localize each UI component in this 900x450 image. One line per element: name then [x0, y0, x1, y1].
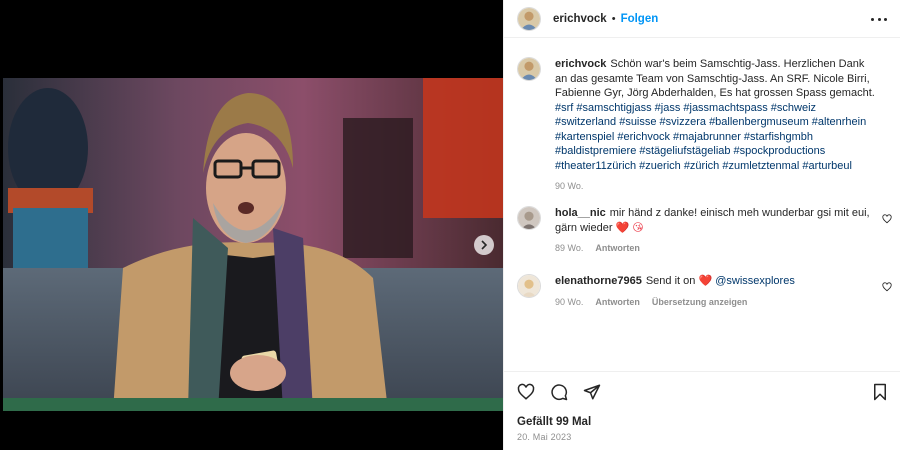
comment-time[interactable]: 90 Wo.: [555, 295, 583, 310]
comment-text: Send it on: [645, 275, 696, 287]
post-username[interactable]: erichvock: [553, 13, 607, 25]
caption-entry: erichvock Schön war's beim Samschtig-Jass…: [517, 57, 875, 194]
reply-button[interactable]: Antworten: [595, 241, 640, 256]
comment-like-icon[interactable]: [882, 282, 892, 292]
avatar[interactable]: [517, 206, 541, 230]
carousel-next-button[interactable]: [474, 235, 494, 255]
like-count[interactable]: Gefällt 99 Mal: [517, 416, 591, 428]
comment-body: elenathorne7965 Send it on ❤️ @swissexplo…: [555, 274, 875, 309]
bookmark-icon: [874, 383, 886, 401]
caption-body: erichvock Schön war's beim Samschtig-Jass…: [555, 57, 875, 194]
comment-username[interactable]: hola__nic: [555, 207, 606, 219]
avatar-image-icon: [518, 7, 540, 30]
comment-like-icon[interactable]: [882, 214, 892, 224]
post-media: [0, 0, 503, 450]
caption-username[interactable]: erichvock: [555, 58, 606, 70]
caption-hashtags[interactable]: #srf #samschtigjass #jass #jassmachtspas…: [555, 102, 866, 172]
post-photo[interactable]: [3, 78, 503, 411]
more-icon[interactable]: [871, 13, 887, 25]
post-date[interactable]: 20. Mai 2023: [517, 432, 571, 442]
post-header: erichvock • Folgen: [504, 0, 900, 38]
comment-item: elenathorne7965 Send it on ❤️ @swissexplo…: [517, 274, 875, 309]
avatar-image-icon: [518, 58, 540, 80]
avatar-image-icon: [518, 275, 540, 297]
share-button[interactable]: [583, 383, 601, 401]
comment-button[interactable]: [550, 383, 568, 401]
comment-icon: [551, 384, 568, 401]
post-sidebar: erichvock • Folgen erichvock Schön war's …: [503, 0, 900, 450]
comment-username[interactable]: elenathorne7965: [555, 275, 642, 287]
reply-button[interactable]: Antworten: [595, 295, 640, 310]
comment-emoji: ❤️: [698, 275, 713, 287]
share-icon: [583, 384, 601, 400]
avatar[interactable]: [517, 6, 541, 31]
comment-mention[interactable]: @swissexplores: [715, 275, 795, 287]
like-button[interactable]: [517, 383, 535, 401]
comments-list[interactable]: erichvock Schön war's beim Samschtig-Jass…: [504, 38, 900, 370]
comment-time[interactable]: 89 Wo.: [555, 241, 583, 256]
action-bar: [504, 371, 900, 411]
avatar[interactable]: [517, 57, 541, 81]
header-separator: •: [611, 12, 616, 25]
comment-body: hola__nic mir händ z danke! einisch meh w…: [555, 206, 875, 256]
heart-icon: [517, 383, 535, 400]
follow-button[interactable]: Folgen: [621, 13, 659, 25]
chevron-right-icon: [481, 240, 488, 250]
save-button[interactable]: [871, 383, 889, 401]
caption-time[interactable]: 90 Wo.: [555, 179, 583, 194]
avatar-image-icon: [518, 207, 540, 229]
comment-emoji: ❤️ 😘: [615, 221, 644, 234]
comment-item: hola__nic mir händ z danke! einisch meh w…: [517, 206, 875, 256]
translate-button[interactable]: Übersetzung anzeigen: [652, 295, 748, 310]
avatar[interactable]: [517, 274, 541, 298]
